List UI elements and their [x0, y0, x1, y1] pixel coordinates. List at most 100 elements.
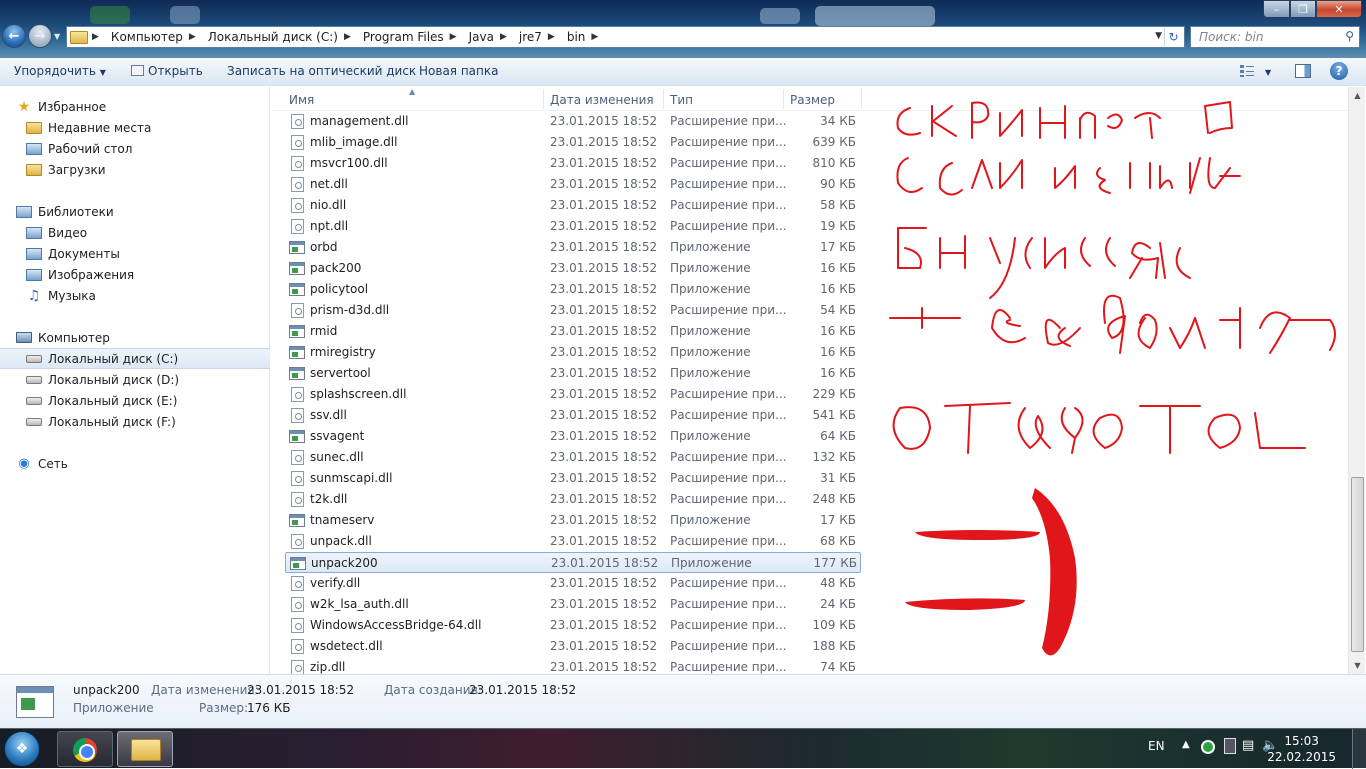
column-header-size[interactable]: Размер: [790, 93, 835, 107]
nav-network[interactable]: ◉ Сеть: [0, 453, 270, 474]
address-history-dropdown-icon[interactable]: ▼: [1155, 31, 1162, 41]
search-input[interactable]: Поиск: bin ⚲: [1190, 26, 1360, 48]
language-indicator[interactable]: EN: [1148, 739, 1165, 753]
refresh-button[interactable]: ↻: [1164, 28, 1182, 46]
open-button[interactable]: Открыть: [131, 64, 203, 78]
file-row[interactable]: orbd 23.01.2015 18:52 Приложение 17 КБ: [285, 237, 861, 258]
address-bar[interactable]: ▶ Компьютер ▶ Локальный диск (C:) ▶ Progra…: [66, 26, 1185, 48]
file-row[interactable]: verify.dll 23.01.2015 18:52 Расширение при…: [285, 573, 861, 594]
back-button[interactable]: ←: [2, 24, 26, 48]
nav-item-drive-f[interactable]: Локальный диск (F:): [0, 411, 270, 432]
taskbar-chrome-button[interactable]: [57, 731, 113, 767]
nav-item-pictures[interactable]: Изображения: [0, 264, 270, 285]
tray-app-icon[interactable]: [1201, 740, 1215, 754]
file-row[interactable]: msvcr100.dll 23.01.2015 18:52 Расширение п…: [285, 153, 861, 174]
file-row[interactable]: mlib_image.dll 23.01.2015 18:52 Расширение…: [285, 132, 861, 153]
view-dropdown-icon[interactable]: ▼: [1265, 68, 1271, 77]
file-row[interactable]: splashscreen.dll 23.01.2015 18:52 Расширен…: [285, 384, 861, 405]
nav-computer[interactable]: Компьютер: [0, 327, 270, 348]
recent-pages-dropdown-icon[interactable]: ▼: [54, 32, 60, 41]
vertical-scrollbar[interactable]: ▲ ▼: [1348, 87, 1365, 674]
help-icon[interactable]: ?: [1330, 62, 1348, 80]
file-row[interactable]: servertool 23.01.2015 18:52 Приложение 16 К…: [285, 363, 861, 384]
file-row[interactable]: npt.dll 23.01.2015 18:52 Расширение при...…: [285, 216, 861, 237]
start-button[interactable]: ❖: [4, 731, 40, 767]
column-header-date[interactable]: Дата изменения: [550, 93, 654, 107]
view-options-icon[interactable]: [1239, 64, 1255, 78]
nav-label: Сеть: [38, 456, 68, 471]
file-row[interactable]: unpack.dll 23.01.2015 18:52 Расширение при…: [285, 531, 861, 552]
file-row[interactable]: net.dll 23.01.2015 18:52 Расширение при...…: [285, 174, 861, 195]
breadcrumb-computer[interactable]: Компьютер ▶: [111, 30, 208, 44]
file-row[interactable]: nio.dll 23.01.2015 18:52 Расширение при...…: [285, 195, 861, 216]
breadcrumb-separator-root[interactable]: ▶: [92, 32, 111, 42]
window-controls: – ❐ ✕: [1263, 0, 1362, 18]
file-row[interactable]: w2k_lsa_auth.dll 23.01.2015 18:52 Расширен…: [285, 594, 861, 615]
nav-item-documents[interactable]: Документы: [0, 243, 270, 264]
close-button[interactable]: ✕: [1316, 0, 1362, 18]
nav-item-drive-d[interactable]: Локальный диск (D:): [0, 369, 270, 390]
clock[interactable]: 15:03 22.02.2015: [1267, 733, 1336, 765]
show-hidden-icons-icon[interactable]: ▲: [1182, 739, 1190, 750]
file-size: 810 КБ: [812, 156, 856, 170]
nav-item-video[interactable]: Видео: [0, 222, 270, 243]
file-row[interactable]: wsdetect.dll 23.01.2015 18:52 Расширение п…: [285, 636, 861, 657]
breadcrumb-java[interactable]: Java ▶: [469, 30, 519, 44]
file-row[interactable]: tnameserv 23.01.2015 18:52 Приложение 17 КБ: [285, 510, 861, 531]
file-row-selected[interactable]: unpack200 23.01.2015 18:52 Приложение 177 К…: [285, 552, 861, 573]
action-center-icon[interactable]: [1224, 738, 1236, 754]
burn-button[interactable]: Записать на оптический диск: [227, 64, 416, 78]
breadcrumb-jre7[interactable]: jre7 ▶: [519, 30, 567, 44]
organize-button[interactable]: Упорядочить ▼: [14, 64, 106, 78]
nav-item-recent-places[interactable]: Недавние места: [0, 117, 270, 138]
nav-item-drive-e[interactable]: Локальный диск (E:): [0, 390, 270, 411]
maximize-button[interactable]: ❐: [1290, 0, 1316, 18]
taskbar-explorer-button[interactable]: [117, 731, 173, 767]
file-date-modified: 23.01.2015 18:52: [550, 135, 658, 149]
minimize-button[interactable]: –: [1263, 0, 1290, 18]
file-size: 34 КБ: [820, 114, 856, 128]
file-date-modified: 23.01.2015 18:52: [550, 429, 658, 443]
file-row[interactable]: ssv.dll 23.01.2015 18:52 Расширение при...…: [285, 405, 861, 426]
scroll-down-icon[interactable]: ▼: [1349, 657, 1366, 674]
column-header-type[interactable]: Тип: [670, 93, 693, 107]
file-row[interactable]: management.dll 23.01.2015 18:52 Расширение…: [285, 111, 861, 132]
file-row[interactable]: rmiregistry 23.01.2015 18:52 Приложение 16 …: [285, 342, 861, 363]
nav-favorites[interactable]: ★ Избранное: [0, 96, 270, 117]
breadcrumb-bin[interactable]: bin ▶: [567, 30, 610, 44]
network-signal-icon[interactable]: ▤: [1242, 738, 1254, 753]
column-divider[interactable]: [783, 89, 784, 109]
nav-item-drive-c[interactable]: Локальный диск (C:): [0, 348, 270, 369]
file-date-modified: 23.01.2015 18:52: [550, 471, 658, 485]
file-row[interactable]: rmid 23.01.2015 18:52 Приложение 16 КБ: [285, 321, 861, 342]
file-row[interactable]: WindowsAccessBridge-64.dll 23.01.2015 18:…: [285, 615, 861, 636]
new-folder-button[interactable]: Новая папка: [419, 64, 498, 78]
column-header-name[interactable]: Имя: [289, 93, 314, 107]
nav-item-music[interactable]: ♫ Музыка: [0, 285, 270, 306]
nav-item-downloads[interactable]: Загрузки: [0, 159, 270, 180]
column-divider[interactable]: [861, 89, 862, 109]
file-row[interactable]: ssvagent 23.01.2015 18:52 Приложение 64 КБ: [285, 426, 861, 447]
scrollbar-thumb[interactable]: [1351, 477, 1364, 652]
breadcrumb-program-files[interactable]: Program Files ▶: [363, 30, 469, 44]
nav-label: Документы: [48, 246, 120, 261]
file-type: Расширение при...: [670, 177, 787, 191]
file-row[interactable]: sunec.dll 23.01.2015 18:52 Расширение при.…: [285, 447, 861, 468]
file-row[interactable]: prism-d3d.dll 23.01.2015 18:52 Расширение …: [285, 300, 861, 321]
file-row[interactable]: policytool 23.01.2015 18:52 Приложение 16 К…: [285, 279, 861, 300]
show-desktop-button[interactable]: [1352, 729, 1366, 769]
taskbar: ❖ EN ▲ ▤ 🔈 15:03 22.02.2015: [0, 728, 1366, 769]
file-date-modified: 23.01.2015 18:52: [550, 513, 658, 527]
file-row[interactable]: pack200 23.01.2015 18:52 Приложение 16 КБ: [285, 258, 861, 279]
column-divider[interactable]: [543, 89, 544, 109]
nav-item-desktop[interactable]: Рабочий стол: [0, 138, 270, 159]
file-row[interactable]: sunmscapi.dll 23.01.2015 18:52 Расширение …: [285, 468, 861, 489]
file-row[interactable]: t2k.dll 23.01.2015 18:52 Расширение при...…: [285, 489, 861, 510]
nav-libraries[interactable]: Библиотеки: [0, 201, 270, 222]
details-size-label: Размер:: [199, 701, 249, 715]
column-divider[interactable]: [663, 89, 664, 109]
scroll-up-icon[interactable]: ▲: [1349, 87, 1366, 104]
preview-pane-icon[interactable]: [1295, 64, 1311, 78]
breadcrumb-drive-c[interactable]: Локальный диск (C:) ▶: [208, 30, 363, 44]
forward-button[interactable]: →: [28, 24, 52, 48]
